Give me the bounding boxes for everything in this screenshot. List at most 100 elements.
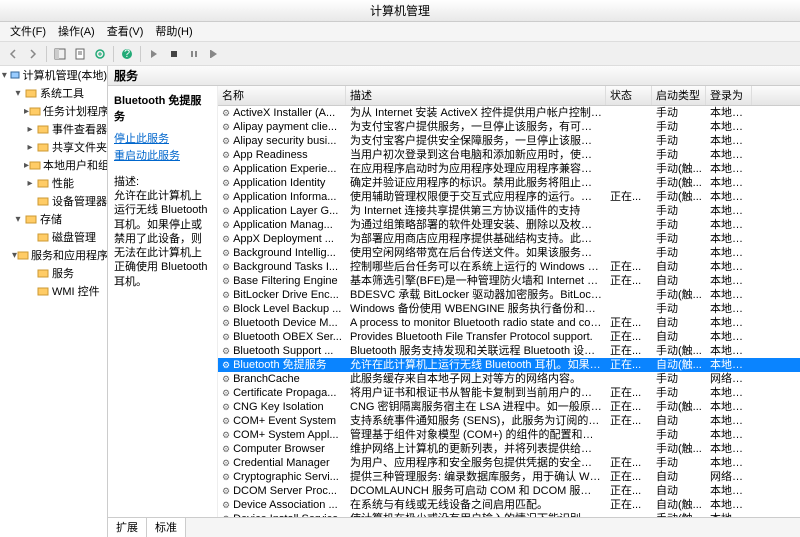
- play-icon[interactable]: [145, 45, 163, 63]
- tree-item[interactable]: ▾存储: [0, 210, 107, 228]
- service-startup-cell: 自动: [652, 484, 706, 498]
- service-logon-cell: 本地系...: [706, 246, 752, 260]
- service-row[interactable]: ⚙COM+ Event System支持系统事件通知服务 (SENS)，此服务为…: [218, 414, 800, 428]
- service-row[interactable]: ⚙DCOM Server Proc...DCOMLAUNCH 服务可启动 COM…: [218, 484, 800, 498]
- service-startup-cell: 手动(触...: [652, 190, 706, 204]
- tree-item[interactable]: ▸事件查看器: [0, 120, 107, 138]
- gear-icon: ⚙: [222, 302, 230, 316]
- service-row[interactable]: ⚙Application Experie...在应用程序启动时为应用程序处理应用…: [218, 162, 800, 176]
- show-hide-icon[interactable]: [51, 45, 69, 63]
- col-header-startup[interactable]: 启动类型: [652, 86, 706, 105]
- service-status-cell: [606, 134, 652, 148]
- service-row[interactable]: ⚙Certificate Propaga...将用户证书和根证书从智能卡复制到当…: [218, 386, 800, 400]
- service-row[interactable]: ⚙COM+ System Appl...管理基于组件对象模型 (COM+) 的组…: [218, 428, 800, 442]
- tree-item[interactable]: 服务: [0, 264, 107, 282]
- tab-extended[interactable]: 扩展: [108, 518, 147, 537]
- service-row[interactable]: ⚙Cryptographic Servi...提供三种管理服务: 编录数据库服务…: [218, 470, 800, 484]
- col-header-name[interactable]: 名称: [218, 86, 346, 105]
- service-logon-cell: 本地系...: [706, 400, 752, 414]
- toolbar: ?: [0, 42, 800, 66]
- service-desc-cell: 此服务缓存来自本地子网上对等方的网络内容。: [346, 372, 606, 386]
- pause-icon[interactable]: [185, 45, 203, 63]
- service-desc-cell: DCOMLAUNCH 服务可启动 COM 和 DCOM 服务器，以响应对象激活请…: [346, 484, 606, 498]
- service-row[interactable]: ⚙Background Intellig...使用空闲网络带宽在后台传送文件。如…: [218, 246, 800, 260]
- gear-icon: ⚙: [222, 190, 230, 204]
- restart-icon[interactable]: [205, 45, 223, 63]
- help-icon[interactable]: ?: [118, 45, 136, 63]
- service-status-cell: 正在...: [606, 358, 652, 372]
- service-row[interactable]: ⚙BitLocker Drive Enc...BDESVC 承载 BitLock…: [218, 288, 800, 302]
- folder-icon: [36, 122, 50, 136]
- col-header-desc[interactable]: 描述: [346, 86, 606, 105]
- detail-tabs: 扩展 标准: [108, 517, 800, 537]
- gear-icon: ⚙: [222, 232, 230, 246]
- stop-icon[interactable]: [165, 45, 183, 63]
- service-row[interactable]: ⚙Background Tasks I...控制哪些后台任务可以在系统上运行的 …: [218, 260, 800, 274]
- forward-icon[interactable]: [24, 45, 42, 63]
- folder-icon: [24, 86, 38, 100]
- tree-item[interactable]: ▸本地用户和组: [0, 156, 107, 174]
- service-row[interactable]: ⚙Bluetooth OBEX Ser...Provides Bluetooth…: [218, 330, 800, 344]
- service-desc-cell: 控制哪些后台任务可以在系统上运行的 Windows 基础结构服务。: [346, 260, 606, 274]
- service-row[interactable]: ⚙ActiveX Installer (A...为从 Internet 安装 A…: [218, 106, 800, 120]
- service-row[interactable]: ⚙Bluetooth Support ...Bluetooth 服务支持发现和关…: [218, 344, 800, 358]
- service-logon-cell: 本地服...: [706, 204, 752, 218]
- service-row[interactable]: ⚙Credential Manager为用户、应用程序和安全服务包提供凭据的安全…: [218, 456, 800, 470]
- tree-item[interactable]: ▸任务计划程序: [0, 102, 107, 120]
- service-row[interactable]: ⚙Application Layer G...为 Internet 连接共享提供…: [218, 204, 800, 218]
- service-status-cell: [606, 288, 652, 302]
- service-status-cell: 正在...: [606, 484, 652, 498]
- service-startup-cell: 手动(触...: [652, 162, 706, 176]
- service-row[interactable]: ⚙Device Association ...在系统与有线或无线设备之间启用匹配…: [218, 498, 800, 512]
- service-row[interactable]: ⚙Base Filtering Engine基本筛选引擎(BFE)是一种管理防火…: [218, 274, 800, 288]
- service-name-cell: ⚙Bluetooth Support ...: [218, 344, 346, 358]
- tree-item[interactable]: ▸共享文件夹: [0, 138, 107, 156]
- properties-icon[interactable]: [71, 45, 89, 63]
- gear-icon: ⚙: [222, 470, 230, 484]
- service-startup-cell: 手动: [652, 106, 706, 120]
- service-row[interactable]: ⚙Computer Browser维护网络上计算机的更新列表，并将列表提供给计算…: [218, 442, 800, 456]
- gear-icon: ⚙: [222, 246, 230, 260]
- stop-service-link[interactable]: 停止此服务: [114, 130, 211, 146]
- menu-action[interactable]: 操作(A): [52, 22, 101, 41]
- col-header-status[interactable]: 状态: [606, 86, 652, 105]
- restart-service-link[interactable]: 重启动此服务: [114, 147, 211, 163]
- back-icon[interactable]: [4, 45, 22, 63]
- service-row[interactable]: ⚙Alipay payment clie...为支付宝客户提供服务，一旦停止该服…: [218, 120, 800, 134]
- service-row[interactable]: ⚙Application Identity确定并验证应用程序的标识。禁用此服务将…: [218, 176, 800, 190]
- tree-item-label: 本地用户和组: [43, 157, 108, 173]
- service-row[interactable]: ⚙Application Informa...使用辅助管理权限便于交互式应用程序…: [218, 190, 800, 204]
- service-status-cell: [606, 372, 652, 386]
- service-startup-cell: 自动(触...: [652, 498, 706, 512]
- menu-help[interactable]: 帮助(H): [149, 22, 198, 41]
- tree-item[interactable]: ▾系统工具: [0, 84, 107, 102]
- service-row[interactable]: ⚙App Readiness当用户初次登录到这台电脑和添加新应用时，使应用进入就…: [218, 148, 800, 162]
- tree-item[interactable]: WMI 控件: [0, 282, 107, 300]
- service-logon-cell: 本地服...: [706, 274, 752, 288]
- tree-item[interactable]: ▸性能: [0, 174, 107, 192]
- tree-root[interactable]: ▾ 计算机管理(本地): [0, 66, 107, 84]
- service-row[interactable]: ⚙Bluetooth Device M...A process to monit…: [218, 316, 800, 330]
- tab-standard[interactable]: 标准: [147, 518, 186, 537]
- service-row[interactable]: ⚙AppX Deployment ...为部署应用商店应用程序提供基础结构支持。…: [218, 232, 800, 246]
- tree-item[interactable]: 设备管理器: [0, 192, 107, 210]
- menu-file[interactable]: 文件(F): [4, 22, 52, 41]
- export-icon[interactable]: [91, 45, 109, 63]
- service-row[interactable]: ⚙Alipay security busi...为支付宝客户提供安全保障服务，一…: [218, 134, 800, 148]
- service-startup-cell: 手动: [652, 134, 706, 148]
- service-startup-cell: 手动: [652, 204, 706, 218]
- service-row[interactable]: ⚙BranchCache此服务缓存来自本地子网上对等方的网络内容。手动网络服..…: [218, 372, 800, 386]
- service-status-cell: 正在...: [606, 316, 652, 330]
- menu-view[interactable]: 查看(V): [101, 22, 150, 41]
- service-row[interactable]: ⚙Application Manag...为通过组策略部署的软件处理安装、删除以…: [218, 218, 800, 232]
- tree-item[interactable]: 磁盘管理: [0, 228, 107, 246]
- tree-item[interactable]: ▾服务和应用程序: [0, 246, 107, 264]
- service-row[interactable]: ⚙CNG Key IsolationCNG 密钥隔离服务宿主在 LSA 进程中。…: [218, 400, 800, 414]
- service-startup-cell: 手动(触...: [652, 344, 706, 358]
- service-row[interactable]: ⚙Bluetooth 免提服务允许在此计算机上运行无线 Bluetooth 耳机…: [218, 358, 800, 372]
- service-row[interactable]: ⚙Block Level Backup ...Windows 备份使用 WBEN…: [218, 302, 800, 316]
- service-desc-cell: A process to monitor Bluetooth radio sta…: [346, 316, 606, 330]
- gear-icon: ⚙: [222, 414, 230, 428]
- service-name-cell: ⚙Background Tasks I...: [218, 260, 346, 274]
- col-header-logon[interactable]: 登录为: [706, 86, 752, 105]
